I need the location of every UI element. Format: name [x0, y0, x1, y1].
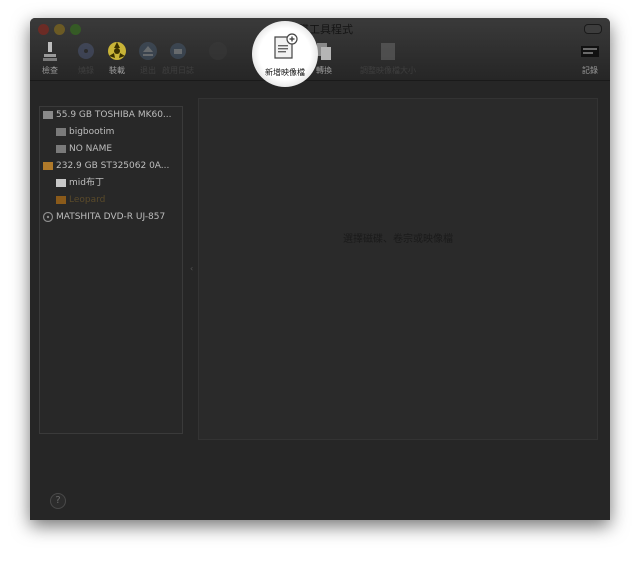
list-item-disk-toshiba[interactable]: 55.9 GB TOSHIBA MK60...: [40, 107, 182, 124]
list-item-optical-drive[interactable]: MATSHITA DVD-R UJ-857: [40, 209, 182, 226]
list-item-label: mid布丁: [69, 178, 104, 188]
resize-image-icon: [381, 43, 395, 60]
volume-icon: [56, 128, 66, 136]
list-item-volume-no-name[interactable]: NO NAME: [40, 141, 182, 158]
hard-drive-icon: [43, 111, 53, 119]
help-button[interactable]: ?: [50, 493, 66, 509]
microscope-icon: [43, 42, 57, 61]
list-item-volume-mid[interactable]: mid布丁: [40, 175, 182, 192]
list-item-label: MATSHITA DVD-R UJ-857: [56, 212, 166, 222]
log-icon: [581, 46, 599, 57]
list-item-volume-bigbootim[interactable]: bigbootim: [40, 124, 182, 141]
toolbar-log-button[interactable]: 記錄: [568, 40, 610, 76]
external-drive-icon: [43, 162, 53, 170]
list-item-label: 55.9 GB TOSHIBA MK60...: [56, 110, 172, 120]
volume-icon: [56, 145, 66, 153]
empty-selection-message: 選擇磁碟、卷宗或映像檔: [343, 234, 453, 245]
toolbar-info-button[interactable]: [196, 40, 240, 62]
list-item-label: NO NAME: [69, 144, 113, 154]
toolbar-resize-label: 調整映像檔大小: [360, 66, 416, 75]
list-item-label: Leopard: [69, 195, 106, 205]
enable-journaling-icon: [170, 43, 186, 59]
split-view-handle[interactable]: ‹: [190, 264, 193, 273]
toolbar-new-image-button[interactable]: 新增映像檔: [252, 21, 318, 87]
list-item-label: bigbootim: [69, 127, 115, 137]
list-item-volume-leopard[interactable]: Leopard: [40, 192, 182, 209]
list-item-disk-st325062[interactable]: 232.9 GB ST325062 0A...: [40, 158, 182, 175]
toolbar-journaling-label: 啟用日誌: [162, 66, 194, 75]
toolbar-resize-button[interactable]: 調整映像檔大小: [358, 40, 418, 76]
list-item-label: 232.9 GB ST325062 0A...: [56, 161, 170, 171]
toolbar-journaling-button[interactable]: 啟用日誌: [156, 40, 200, 76]
burn-icon: [78, 43, 94, 59]
toolbar-toggle-button[interactable]: [584, 24, 602, 34]
detail-pane: 選擇磁碟、卷宗或映像檔: [198, 98, 598, 440]
volume-icon: [56, 179, 66, 187]
volume-icon: [56, 196, 66, 204]
toolbar-log-label: 記錄: [582, 66, 598, 75]
mount-icon: [108, 42, 126, 60]
disk-utility-window: 磁碟工具程式 檢查 燒錄 裝載 退出 啟用日誌 轉換 調整映像檔大小 記錄 新增…: [30, 18, 610, 520]
toolbar: 磁碟工具程式 檢查 燒錄 裝載 退出 啟用日誌 轉換 調整映像檔大小 記錄 新增…: [30, 18, 610, 87]
device-list[interactable]: 55.9 GB TOSHIBA MK60... bigbootim NO NAM…: [39, 106, 183, 434]
toolbar-new-image-label: 新增映像檔: [265, 68, 305, 77]
optical-drive-icon: [43, 212, 53, 222]
info-icon: [209, 42, 227, 60]
new-image-icon: [274, 33, 298, 59]
window-title: 磁碟工具程式: [287, 23, 353, 36]
